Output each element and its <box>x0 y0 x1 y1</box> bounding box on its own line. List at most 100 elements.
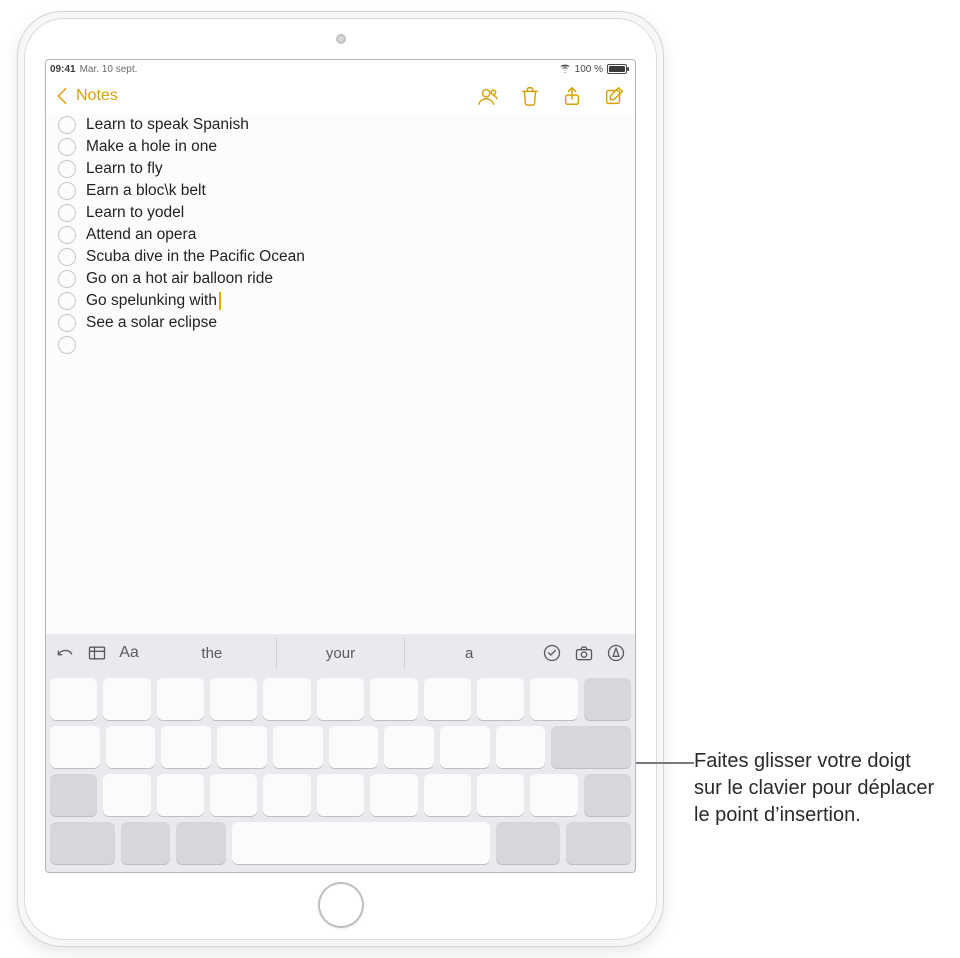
checkbox[interactable] <box>58 138 76 156</box>
key[interactable] <box>440 726 490 768</box>
backspace-key[interactable] <box>584 678 631 720</box>
keyboard-area[interactable]: Aa the your a <box>46 634 635 872</box>
return-key[interactable] <box>551 726 631 768</box>
list-item[interactable]: Scuba dive in the Pacific Ocean <box>58 246 623 268</box>
key[interactable] <box>424 774 471 816</box>
key[interactable] <box>210 774 257 816</box>
list-item[interactable] <box>58 334 623 356</box>
list-item-text[interactable]: Scuba dive in the Pacific Ocean <box>86 248 305 266</box>
key[interactable] <box>384 726 434 768</box>
checkbox[interactable] <box>58 160 76 178</box>
checkbox[interactable] <box>58 292 76 310</box>
space-key[interactable] <box>232 822 490 864</box>
list-item-text[interactable]: Attend an opera <box>86 226 196 244</box>
list-item[interactable]: Learn to speak Spanish <box>58 114 623 136</box>
shift-key[interactable] <box>50 774 97 816</box>
key[interactable] <box>161 726 211 768</box>
suggestion[interactable]: the <box>148 638 276 668</box>
key[interactable] <box>496 726 546 768</box>
front-camera <box>336 34 346 44</box>
numbers-key[interactable] <box>496 822 561 864</box>
checkbox[interactable] <box>58 204 76 222</box>
back-button[interactable]: Notes <box>52 85 118 107</box>
key[interactable] <box>50 678 97 720</box>
battery-icon <box>607 64 627 74</box>
suggestion[interactable]: a <box>404 638 533 668</box>
checkbox[interactable] <box>58 116 76 134</box>
ipad-device: 09:41 Mar. 10 sept. 100 % <box>18 12 663 946</box>
format-button[interactable]: Aa <box>116 640 142 666</box>
key[interactable] <box>103 774 150 816</box>
key[interactable] <box>317 774 364 816</box>
list-item[interactable]: Make a hole in one <box>58 136 623 158</box>
checkbox[interactable] <box>58 182 76 200</box>
list-item-text[interactable]: Go spelunking with <box>86 292 217 310</box>
undo-icon[interactable] <box>52 640 78 666</box>
key[interactable] <box>530 774 577 816</box>
list-item[interactable]: See a solar eclipse <box>58 312 623 334</box>
home-button[interactable] <box>318 882 364 928</box>
compose-icon[interactable] <box>603 85 625 107</box>
key[interactable] <box>530 678 577 720</box>
mic-key[interactable] <box>176 822 226 864</box>
list-item-text[interactable]: Make a hole in one <box>86 138 217 156</box>
suggestion[interactable]: your <box>276 638 405 668</box>
checkbox[interactable] <box>58 226 76 244</box>
checklist[interactable]: Learn to speak Spanish Make a hole in on… <box>58 114 623 356</box>
table-icon[interactable] <box>84 640 110 666</box>
key[interactable] <box>103 678 150 720</box>
globe-key[interactable] <box>121 822 171 864</box>
keyboard-row <box>50 678 631 720</box>
list-item-text[interactable]: Earn a bloc\k belt <box>86 182 206 200</box>
keyboard-row <box>50 726 631 768</box>
numbers-key[interactable] <box>50 822 115 864</box>
list-item[interactable]: Learn to yodel <box>58 202 623 224</box>
note-body[interactable]: Learn to speak Spanish Make a hole in on… <box>46 114 635 634</box>
key[interactable] <box>263 774 310 816</box>
list-item[interactable]: Earn a bloc\k belt <box>58 180 623 202</box>
status-time: 09:41 <box>50 64 76 75</box>
keyboard[interactable] <box>46 672 635 872</box>
back-label: Notes <box>76 87 118 105</box>
key[interactable] <box>477 678 524 720</box>
shift-key[interactable] <box>584 774 631 816</box>
list-item[interactable]: Attend an opera <box>58 224 623 246</box>
list-item[interactable]: Learn to fly <box>58 158 623 180</box>
key[interactable] <box>210 678 257 720</box>
checkbox[interactable] <box>58 248 76 266</box>
key[interactable] <box>329 726 379 768</box>
key[interactable] <box>217 726 267 768</box>
list-item-text[interactable]: Learn to speak Spanish <box>86 116 249 134</box>
list-item-text[interactable]: Learn to fly <box>86 160 163 178</box>
key[interactable] <box>157 774 204 816</box>
key[interactable] <box>106 726 156 768</box>
markup-icon[interactable] <box>603 640 629 666</box>
list-item[interactable]: Go on a hot air balloon ride <box>58 268 623 290</box>
list-item-text[interactable]: Learn to yodel <box>86 204 184 222</box>
checkbox[interactable] <box>58 270 76 288</box>
key[interactable] <box>424 678 471 720</box>
people-icon[interactable] <box>477 85 499 107</box>
status-bar: 09:41 Mar. 10 sept. 100 % <box>46 60 635 78</box>
checkbox[interactable] <box>58 314 76 332</box>
keyboard-row <box>50 822 631 864</box>
key[interactable] <box>50 726 100 768</box>
list-item[interactable]: Go spelunking with <box>58 290 623 312</box>
key[interactable] <box>370 678 417 720</box>
checkbox[interactable] <box>58 336 76 354</box>
share-icon[interactable] <box>561 85 583 107</box>
key[interactable] <box>370 774 417 816</box>
key[interactable] <box>273 726 323 768</box>
list-item-text[interactable]: See a solar eclipse <box>86 314 217 332</box>
key[interactable] <box>263 678 310 720</box>
key[interactable] <box>317 678 364 720</box>
trash-icon[interactable] <box>519 85 541 107</box>
key[interactable] <box>157 678 204 720</box>
list-item-text[interactable]: Go on a hot air balloon ride <box>86 270 273 288</box>
suggestion-bar: Aa the your a <box>46 634 635 672</box>
checklist-icon[interactable] <box>539 640 565 666</box>
camera-icon[interactable] <box>571 640 597 666</box>
key[interactable] <box>477 774 524 816</box>
text-cursor <box>219 292 221 310</box>
hide-keyboard-key[interactable] <box>566 822 631 864</box>
